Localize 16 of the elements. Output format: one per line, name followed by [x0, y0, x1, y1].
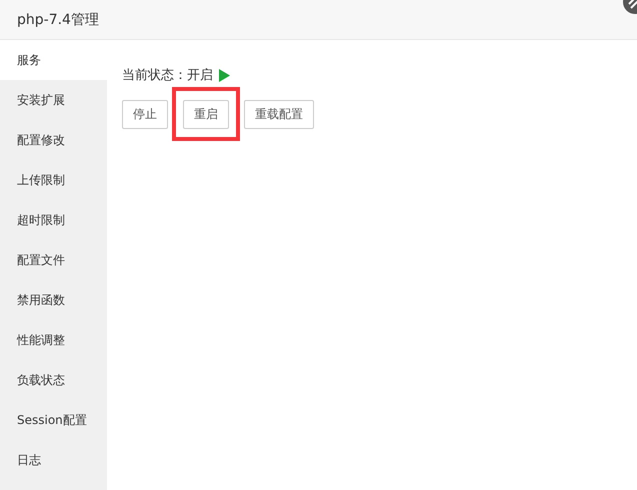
window-title: php-7.4管理 — [17, 10, 99, 28]
action-button[interactable]: 重载配置 — [244, 100, 314, 129]
sidebar-item[interactable]: 上传限制 — [0, 160, 107, 200]
sidebar-item[interactable]: 超时限制 — [0, 200, 107, 240]
sidebar-item[interactable]: 配置修改 — [0, 120, 107, 160]
sidebar-item[interactable]: 负载状态 — [0, 360, 107, 400]
status-text: 当前状态：开启 — [122, 67, 213, 84]
sidebar-item[interactable]: 安装扩展 — [0, 80, 107, 120]
sidebar-item[interactable]: 日志 — [0, 440, 107, 480]
action-button[interactable]: 停止 — [122, 100, 168, 129]
sidebar-item[interactable]: 配置文件 — [0, 240, 107, 280]
sidebar-item[interactable]: 服务 — [0, 40, 107, 80]
sidebar-item[interactable]: 禁用函数 — [0, 280, 107, 320]
sidebar-item[interactable]: Session配置 — [0, 400, 107, 440]
sidebar-item[interactable]: 性能调整 — [0, 320, 107, 360]
action-button[interactable]: 重启 — [183, 100, 229, 129]
